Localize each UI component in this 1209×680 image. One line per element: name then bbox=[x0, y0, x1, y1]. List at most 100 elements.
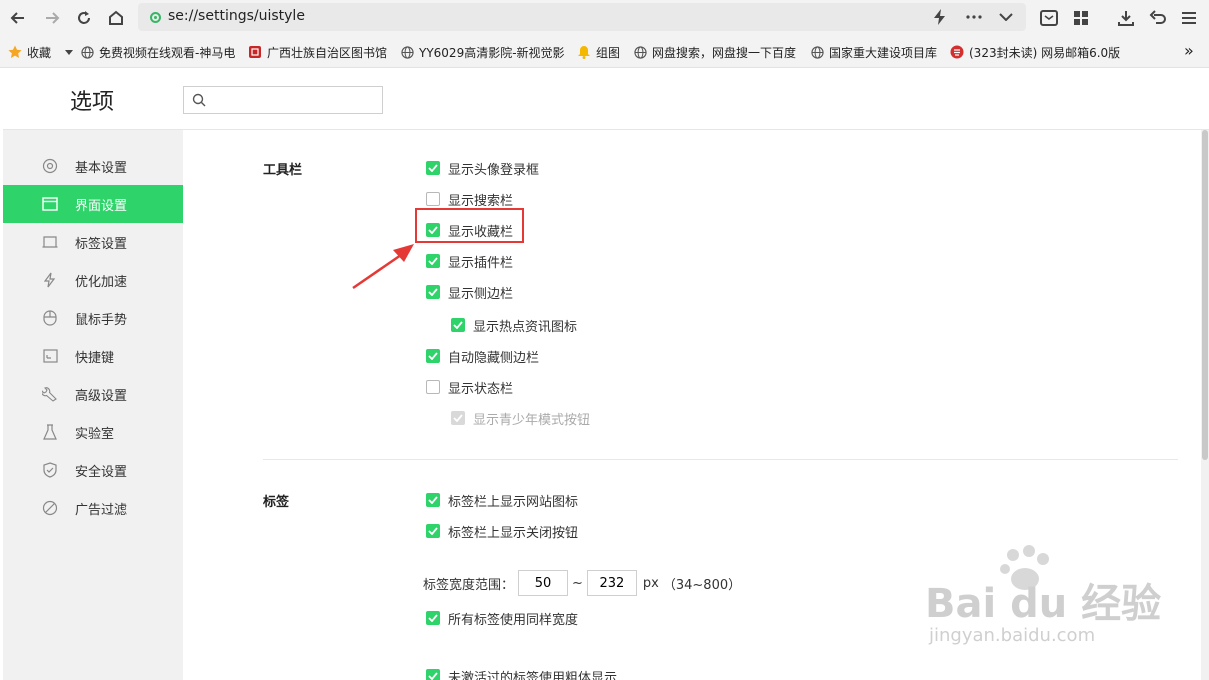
option-bold-unvisited-tabs[interactable]: 未激活过的标签使用粗体显示 bbox=[426, 667, 617, 680]
check-icon bbox=[453, 321, 463, 329]
sidebar-item-label: 基本设置 bbox=[75, 160, 128, 176]
watermark-brand: Bai du 经验 bbox=[925, 581, 1162, 627]
address-url[interactable]: se://settings/uistyle bbox=[168, 8, 305, 24]
option-show-site-icon[interactable]: 标签栏上显示网站图标 bbox=[426, 491, 578, 510]
bookmark-item[interactable]: 组图 bbox=[577, 44, 627, 60]
sidebar-item-advanced[interactable]: 高级设置 bbox=[3, 375, 183, 413]
bookmark-item[interactable]: YY6029高清影院-新视觉影 bbox=[400, 44, 565, 60]
address-bar[interactable]: se://settings/uistyle bbox=[138, 3, 1026, 31]
settings-search[interactable] bbox=[183, 86, 383, 114]
sidebar-item-mouse-gestures[interactable]: 鼠标手势 bbox=[3, 299, 183, 337]
sidebar-item-lab[interactable]: 实验室 bbox=[3, 413, 183, 451]
more-dots-icon bbox=[966, 15, 982, 19]
reader-button[interactable] bbox=[1037, 6, 1061, 30]
block-icon bbox=[41, 499, 59, 517]
scrollbar-thumb[interactable] bbox=[1202, 130, 1208, 460]
checkbox-unchecked[interactable] bbox=[426, 380, 440, 394]
check-icon bbox=[428, 257, 438, 265]
bookmark-item[interactable]: 免费视频在线观看-神马电 bbox=[80, 44, 238, 60]
reload-button[interactable] bbox=[72, 6, 96, 30]
lightning-icon bbox=[934, 9, 945, 25]
download-button[interactable] bbox=[1114, 6, 1138, 30]
sidebar-item-shortcuts[interactable]: 快捷键 bbox=[3, 337, 183, 375]
globe-icon bbox=[633, 45, 647, 59]
flask-icon bbox=[41, 423, 59, 441]
bookmark-item[interactable]: 网盘搜索，网盘搜一下百度 bbox=[633, 44, 798, 60]
arrow-left-icon bbox=[10, 12, 24, 24]
bookmark-label: 网盘搜索，网盘搜一下百度 bbox=[652, 45, 797, 60]
option-show-plugin-bar[interactable]: 显示插件栏 bbox=[426, 252, 514, 271]
checkbox-checked[interactable] bbox=[426, 524, 440, 538]
checkbox-checked[interactable] bbox=[451, 318, 465, 332]
checkbox-checked[interactable] bbox=[426, 254, 440, 268]
caret-down-icon[interactable] bbox=[65, 45, 74, 59]
bookmark-item[interactable]: (323封未读) 网易邮箱6.0版 bbox=[950, 44, 1120, 60]
search-input[interactable] bbox=[212, 90, 377, 110]
undo-close-button[interactable] bbox=[1146, 6, 1170, 30]
hamburger-icon bbox=[1182, 12, 1196, 24]
reload-icon bbox=[78, 11, 90, 24]
width-hint: （34~800） bbox=[662, 577, 742, 593]
globe-icon bbox=[400, 45, 414, 59]
checkbox-checked[interactable] bbox=[426, 161, 440, 175]
option-show-hot-news-icon[interactable]: 显示热点资讯图标 bbox=[451, 316, 577, 335]
tab-width-max-input[interactable] bbox=[586, 570, 637, 596]
sidebar-item-security[interactable]: 安全设置 bbox=[3, 451, 183, 489]
option-label: 自动隐藏侧边栏 bbox=[448, 350, 540, 366]
bookmark-label: YY6029高清影院-新视觉影 bbox=[419, 45, 565, 60]
checkbox-checked[interactable] bbox=[426, 669, 440, 680]
option-show-status-bar[interactable]: 显示状态栏 bbox=[426, 378, 513, 397]
sidebar-item-label: 鼠标手势 bbox=[75, 312, 128, 328]
bell-icon bbox=[577, 45, 591, 59]
checkbox-unchecked[interactable] bbox=[426, 192, 440, 206]
tab-width-range: 标签宽度范围： ~ px （34~800） bbox=[423, 570, 741, 596]
sidebar-item-adblock[interactable]: 广告过滤 bbox=[3, 489, 183, 527]
checkbox-checked[interactable] bbox=[426, 611, 440, 625]
option-auto-hide-sidebar[interactable]: 自动隐藏侧边栏 bbox=[426, 347, 540, 366]
tab-width-min-input[interactable] bbox=[518, 570, 569, 596]
option-show-avatar-login[interactable]: 显示头像登录框 bbox=[426, 159, 540, 178]
bookmark-label: 组图 bbox=[596, 45, 621, 60]
arrow-right-icon bbox=[46, 12, 60, 24]
forward-button[interactable] bbox=[40, 6, 64, 30]
bookmark-item[interactable]: 国家重大建设项目库 bbox=[810, 44, 940, 60]
grid-icon bbox=[1074, 11, 1088, 25]
bookmark-label: 免费视频在线观看-神马电 bbox=[99, 45, 236, 60]
library-seal-icon bbox=[248, 45, 262, 59]
content-scrollbar[interactable] bbox=[1201, 130, 1209, 680]
apps-button[interactable] bbox=[1069, 6, 1093, 30]
bookmark-item[interactable]: 广西壮族自治区图书馆 bbox=[248, 44, 390, 60]
check-icon bbox=[428, 496, 438, 504]
dropdown-button[interactable] bbox=[994, 5, 1018, 29]
bookmark-favorites[interactable]: 收藏 bbox=[8, 44, 74, 60]
speed-mode-button[interactable] bbox=[928, 5, 952, 29]
option-label: 显示插件栏 bbox=[448, 255, 514, 271]
checkbox-checked[interactable] bbox=[426, 285, 440, 299]
option-show-search-bar[interactable]: 显示搜索栏 bbox=[426, 190, 513, 209]
option-show-close-button[interactable]: 标签栏上显示关闭按钮 bbox=[426, 522, 578, 541]
checkbox-checked[interactable] bbox=[426, 493, 440, 507]
page-title: 选项 bbox=[70, 90, 115, 115]
check-icon bbox=[428, 527, 438, 535]
back-button[interactable] bbox=[6, 6, 30, 30]
page-header: 选项 bbox=[3, 69, 1209, 130]
sidebar-item-tabs[interactable]: 标签设置 bbox=[3, 223, 183, 261]
highlight-box bbox=[415, 208, 524, 243]
section-title-tabs: 标签 bbox=[263, 495, 290, 510]
sidebar-item-interface[interactable]: 界面设置 bbox=[3, 185, 183, 223]
download-icon bbox=[1118, 11, 1134, 26]
menu-button[interactable] bbox=[1177, 6, 1201, 30]
home-button[interactable] bbox=[104, 6, 128, 30]
bookmarks-overflow-button[interactable]: » bbox=[1184, 42, 1194, 58]
sidebar-item-basic[interactable]: 基本设置 bbox=[3, 147, 183, 185]
more-options-button[interactable] bbox=[962, 5, 986, 29]
option-label: 显示头像登录框 bbox=[448, 162, 540, 178]
option-show-sidebar[interactable]: 显示侧边栏 bbox=[426, 283, 513, 302]
option-same-tab-width[interactable]: 所有标签使用同样宽度 bbox=[426, 609, 578, 628]
check-icon bbox=[428, 288, 438, 296]
option-label: 显示青少年模式按钮 bbox=[473, 412, 591, 428]
checkbox-disabled bbox=[451, 411, 465, 425]
sidebar-item-optimize[interactable]: 优化加速 bbox=[3, 261, 183, 299]
checkbox-checked[interactable] bbox=[426, 349, 440, 363]
bookmark-label: 国家重大建设项目库 bbox=[829, 45, 938, 60]
